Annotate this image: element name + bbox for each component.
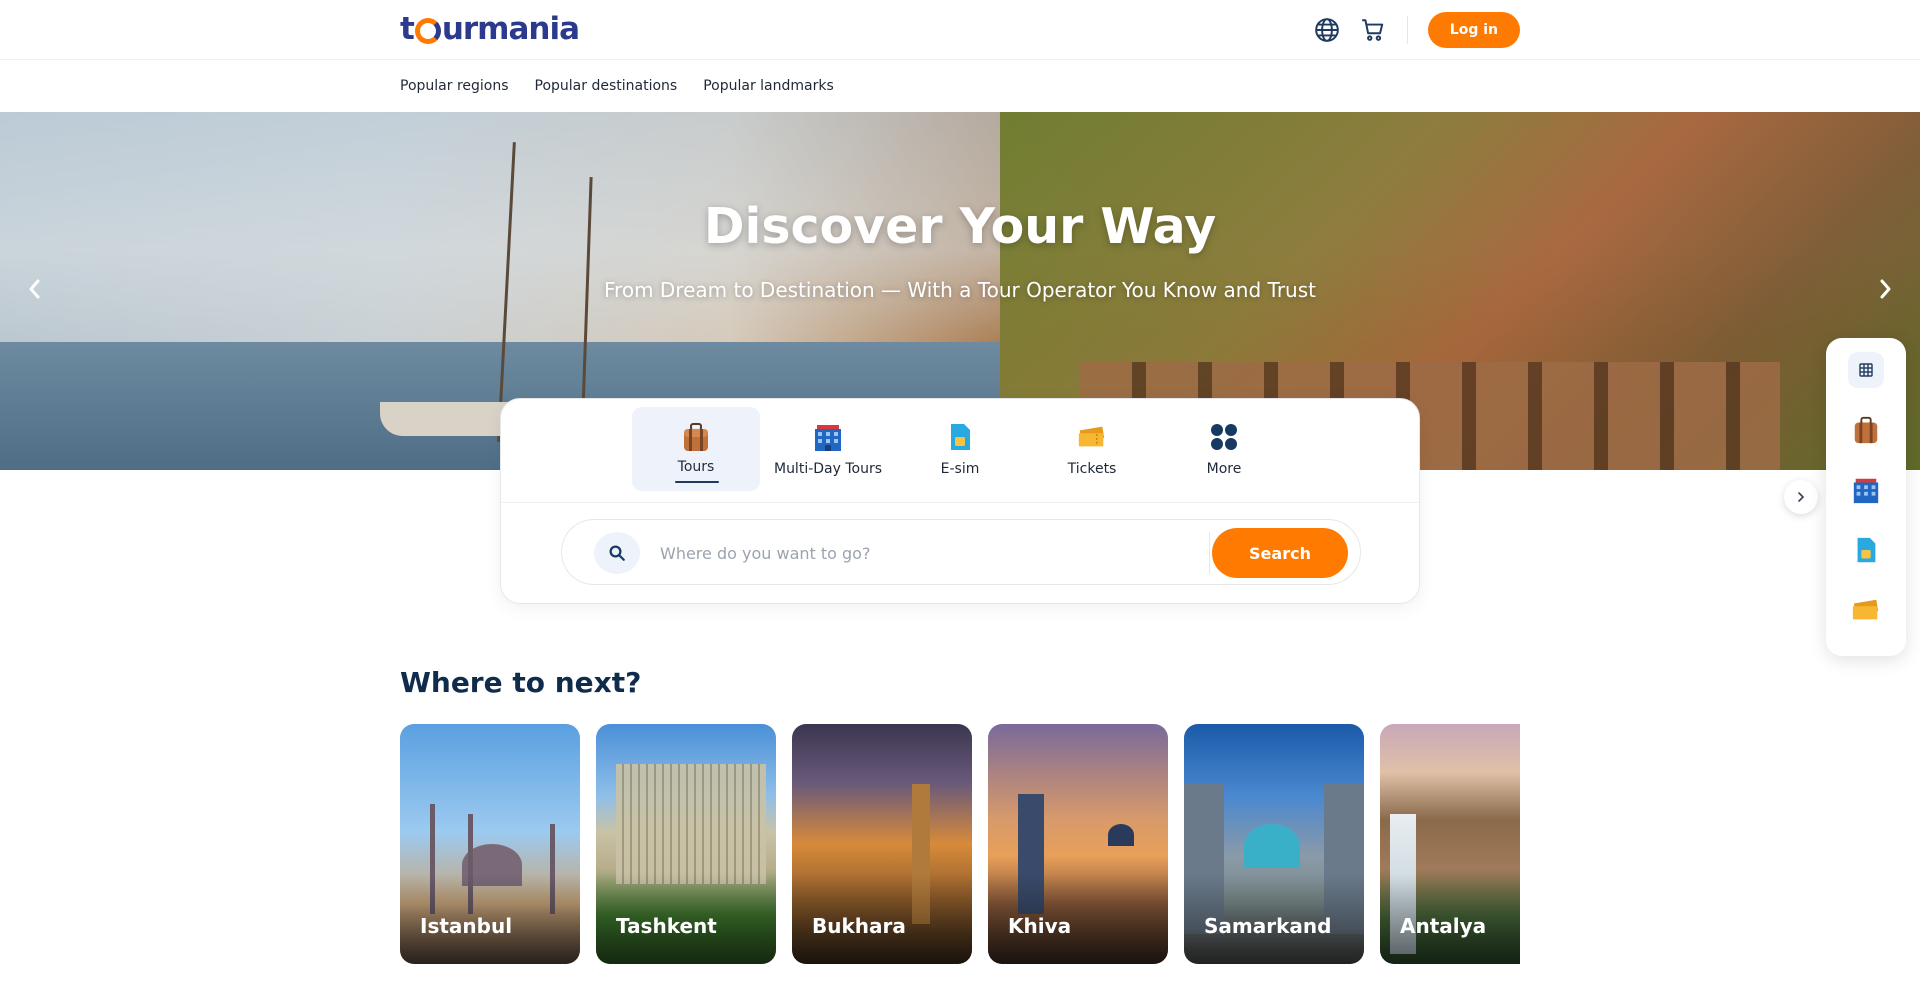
tourmania-logo[interactable]: t urmania — [400, 8, 580, 50]
category-tabs: Tours Multi-Day Tours E-sim Tickets More — [501, 399, 1419, 503]
destination-name: Samarkand — [1204, 914, 1332, 938]
hero-next-button[interactable] — [1870, 274, 1900, 304]
rail-tickets-button[interactable] — [1848, 592, 1884, 628]
rail-esim-button[interactable] — [1848, 532, 1884, 568]
sim-card-icon — [1857, 537, 1876, 563]
globe-icon[interactable] — [1313, 16, 1341, 44]
secondary-nav: Popular regions Popular destinations Pop… — [0, 60, 1920, 112]
cart-icon[interactable] — [1359, 16, 1387, 44]
nav-popular-regions[interactable]: Popular regions — [400, 78, 509, 94]
destination-card-samarkand[interactable]: Samarkand — [1184, 724, 1364, 964]
tab-label: More — [1206, 461, 1242, 477]
tab-label: Tours — [677, 459, 715, 475]
search-button[interactable]: Search — [1212, 528, 1348, 578]
tab-multi-day-tours[interactable]: Multi-Day Tours — [764, 407, 892, 491]
tab-label: Tickets — [1067, 461, 1117, 477]
hero-title: Discover Your Way — [703, 198, 1217, 255]
destination-card-khiva[interactable]: Khiva — [988, 724, 1168, 964]
destination-name: Bukhara — [812, 914, 906, 938]
search-input[interactable] — [660, 532, 1220, 574]
destination-card-tashkent[interactable]: Tashkent — [596, 724, 776, 964]
top-header: t urmania Log in — [0, 0, 1920, 60]
tab-label: E-sim — [940, 461, 980, 477]
active-tab-indicator — [675, 481, 719, 483]
rail-multi-day-button[interactable] — [1848, 472, 1884, 508]
search-bar: Search — [561, 519, 1361, 585]
search-divider — [1209, 532, 1210, 574]
destination-card-istanbul[interactable]: Istanbul — [400, 724, 580, 964]
search-icon — [594, 532, 640, 574]
logo-text-end: urmania — [441, 11, 580, 47]
hotel-icon — [812, 421, 844, 453]
grid-icon — [1859, 363, 1873, 377]
hotel-icon — [1853, 478, 1879, 504]
side-rail — [1826, 338, 1906, 656]
destination-name: Tashkent — [616, 914, 717, 938]
suitcase-icon — [1854, 416, 1878, 444]
destination-card-bukhara[interactable]: Bukhara — [792, 724, 972, 964]
logo-text-start: t — [400, 11, 415, 47]
header-divider — [1406, 16, 1408, 44]
tab-label: Multi-Day Tours — [773, 461, 883, 477]
ticket-icon — [1076, 421, 1108, 453]
destination-name: Khiva — [1008, 914, 1072, 938]
tab-more[interactable]: More — [1160, 407, 1288, 491]
nav-popular-destinations[interactable]: Popular destinations — [535, 78, 678, 94]
chevron-right-icon — [1798, 492, 1805, 502]
mosque-dome — [1108, 824, 1134, 846]
tab-e-sim[interactable]: E-sim — [896, 407, 1024, 491]
where-to-next-title: Where to next? — [400, 666, 642, 699]
destination-card-antalya[interactable]: Antalya — [1380, 724, 1520, 964]
search-panel: Tours Multi-Day Tours E-sim Tickets More… — [500, 398, 1420, 604]
nav-popular-landmarks[interactable]: Popular landmarks — [703, 78, 834, 94]
hotel-building — [616, 764, 766, 884]
rail-grid-button[interactable] — [1848, 352, 1884, 388]
chevron-left-icon — [29, 279, 40, 299]
destination-name: Istanbul — [420, 914, 513, 938]
header-actions: Log in — [1313, 12, 1520, 48]
rail-tours-button[interactable] — [1848, 412, 1884, 448]
login-button[interactable]: Log in — [1427, 12, 1520, 48]
logo-o-mark — [414, 18, 441, 44]
destination-carousel: Istanbul Tashkent Bukhara Khiva Samarkan… — [400, 724, 1520, 964]
destination-name: Antalya — [1400, 914, 1487, 938]
suitcase-icon — [680, 421, 712, 453]
sim-card-icon — [944, 421, 976, 453]
mosque-dome — [1244, 824, 1300, 868]
tab-tickets[interactable]: Tickets — [1028, 407, 1156, 491]
tab-tours[interactable]: Tours — [632, 407, 760, 491]
side-rail-toggle[interactable] — [1784, 480, 1818, 514]
hero-subtitle: From Dream to Destination — With a Tour … — [604, 278, 1316, 302]
hero-prev-button[interactable] — [20, 274, 50, 304]
ticket-icon — [1852, 599, 1879, 620]
more-grid-icon — [1208, 421, 1240, 453]
chevron-right-icon — [1880, 279, 1891, 299]
